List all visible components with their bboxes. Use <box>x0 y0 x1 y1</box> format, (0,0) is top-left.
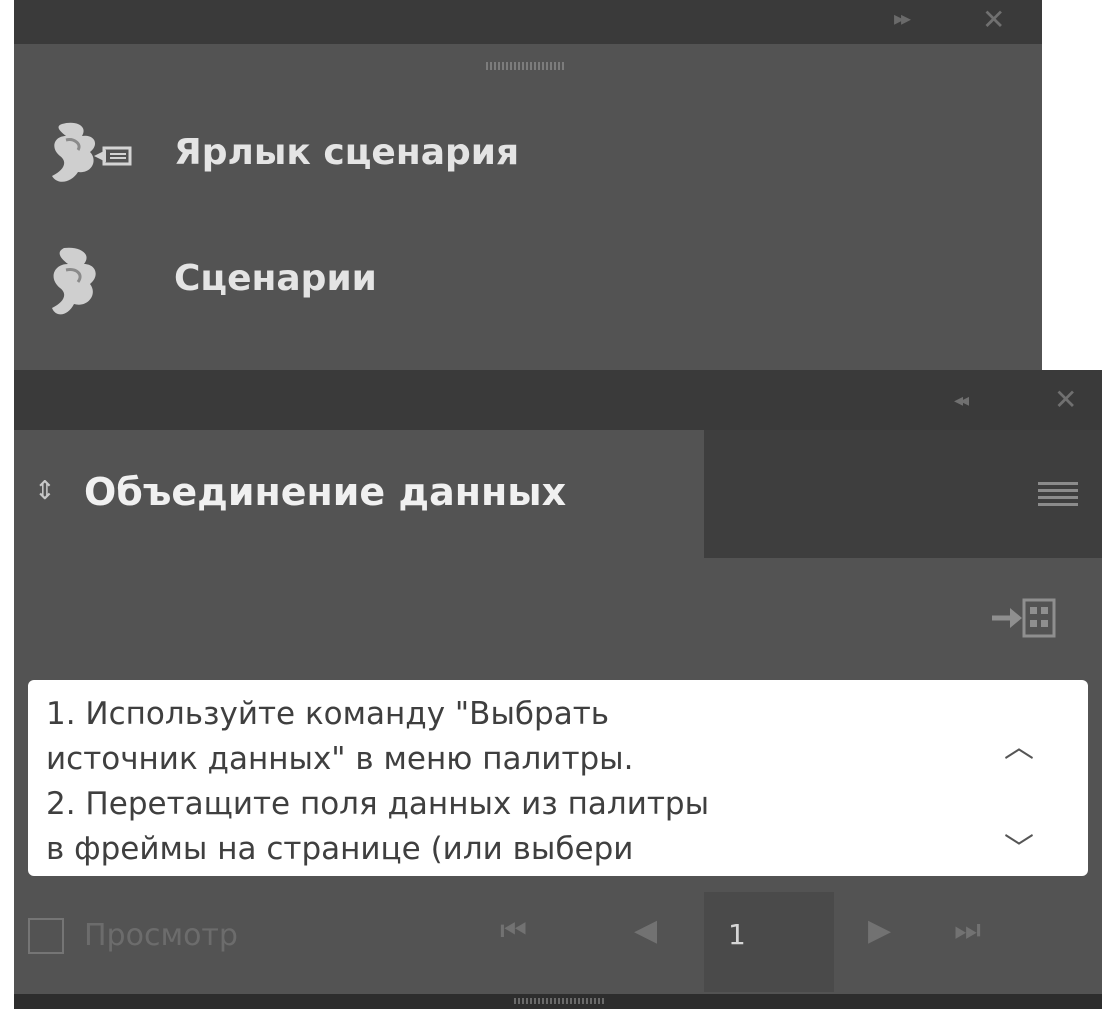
panel-grip[interactable] <box>514 998 604 1004</box>
double-chevron-left-icon[interactable]: ◂◂ <box>954 392 969 410</box>
double-chevron-right-icon[interactable]: ▸▸ <box>894 8 911 28</box>
scroll-up-icon[interactable]: ︿ <box>1004 722 1034 766</box>
close-icon[interactable]: ✕ <box>1054 386 1077 414</box>
panel-menu-icon[interactable] <box>1038 482 1078 510</box>
panel-grip[interactable] <box>486 62 566 70</box>
tab-title: Объединение данных <box>84 470 567 514</box>
preview-checkbox[interactable] <box>28 918 64 954</box>
next-record-button[interactable]: ▶ <box>868 916 891 946</box>
preview-label: Просмотр <box>84 918 238 953</box>
data-merge-titlebar[interactable] <box>14 370 1102 430</box>
previous-record-button[interactable]: ◀ <box>634 916 657 946</box>
create-merged-document-icon[interactable] <box>988 596 1058 640</box>
script-item-scripts[interactable]: Сценарии <box>48 244 748 324</box>
last-record-button[interactable]: ⏭ <box>954 916 981 946</box>
script-item-label: Сценарии <box>174 258 377 299</box>
up-down-arrows-icon[interactable]: ⇕ <box>34 478 56 504</box>
script-item-shortcut[interactable]: Ярлык сценария <box>48 118 748 198</box>
record-number: 1 <box>728 918 746 951</box>
scripts-panel-titlebar[interactable] <box>14 0 1042 44</box>
script-icon <box>52 247 96 315</box>
close-icon[interactable]: ✕ <box>982 6 1005 34</box>
scroll-down-icon[interactable]: ﹀ <box>1004 824 1034 868</box>
instructions-text: 1. Используйте команду "Выбрать источник… <box>46 696 710 867</box>
first-record-button[interactable]: ⏮ <box>500 916 527 946</box>
data-merge-panel: ◂◂ ✕ ⇕ Объединение данных 1. Используйте… <box>14 370 1102 1009</box>
record-number-field[interactable] <box>704 892 834 992</box>
instructions-box: 1. Используйте команду "Выбрать источник… <box>28 680 1088 876</box>
scripts-panel: ▸▸ ✕ Ярлык сценария Сценарии <box>14 0 1042 372</box>
script-item-label: Ярлык сценария <box>174 132 520 173</box>
script-shortcut-icon <box>52 122 132 182</box>
